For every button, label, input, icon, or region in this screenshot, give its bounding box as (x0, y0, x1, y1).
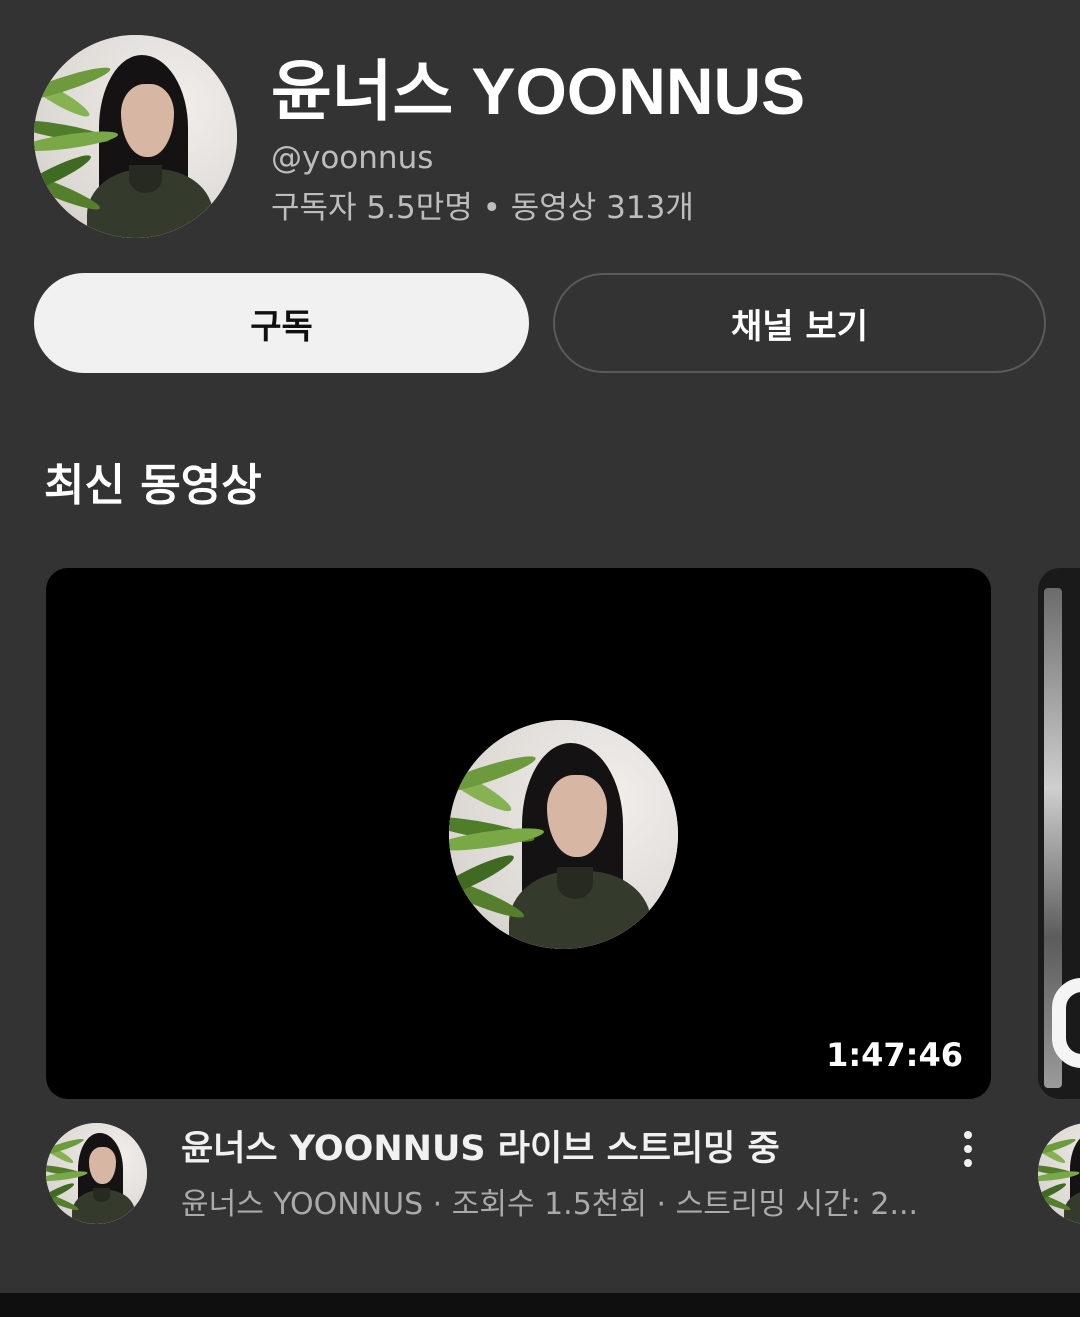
next-video-channel-avatar[interactable] (1038, 1123, 1080, 1224)
channel-handle: @yoonnus (271, 140, 434, 176)
channel-name: 윤너스 YOONNUS (271, 54, 806, 128)
video-title[interactable]: 윤너스 YOONNUS 라이브 스트리밍 중 (181, 1126, 780, 1172)
next-video-thumbnail[interactable] (1038, 568, 1080, 1099)
thumbnail-avatar (449, 720, 678, 949)
channel-page: 윤너스 YOONNUS @yoonnus 구독자 5.5만명 • 동영상 313… (0, 0, 1080, 1317)
channel-stats: 구독자 5.5만명 • 동영상 313개 (271, 190, 694, 226)
video-thumbnail[interactable]: 1:47:46 (46, 568, 991, 1099)
more-vert-icon[interactable] (948, 1124, 988, 1174)
bottom-bar (0, 1293, 1080, 1317)
video-duration-badge: 1:47:46 (826, 1036, 963, 1074)
channel-avatar[interactable] (34, 35, 237, 238)
video-channel-avatar[interactable] (46, 1123, 147, 1224)
video-meta: 윤너스 YOONNUS · 조회수 1.5천회 · 스트리밍 시간: 2... (181, 1187, 919, 1222)
section-title: 최신 동영상 (44, 460, 262, 511)
subscribe-button[interactable]: 구독 (34, 273, 529, 373)
view-channel-button[interactable]: 채널 보기 (553, 273, 1046, 373)
